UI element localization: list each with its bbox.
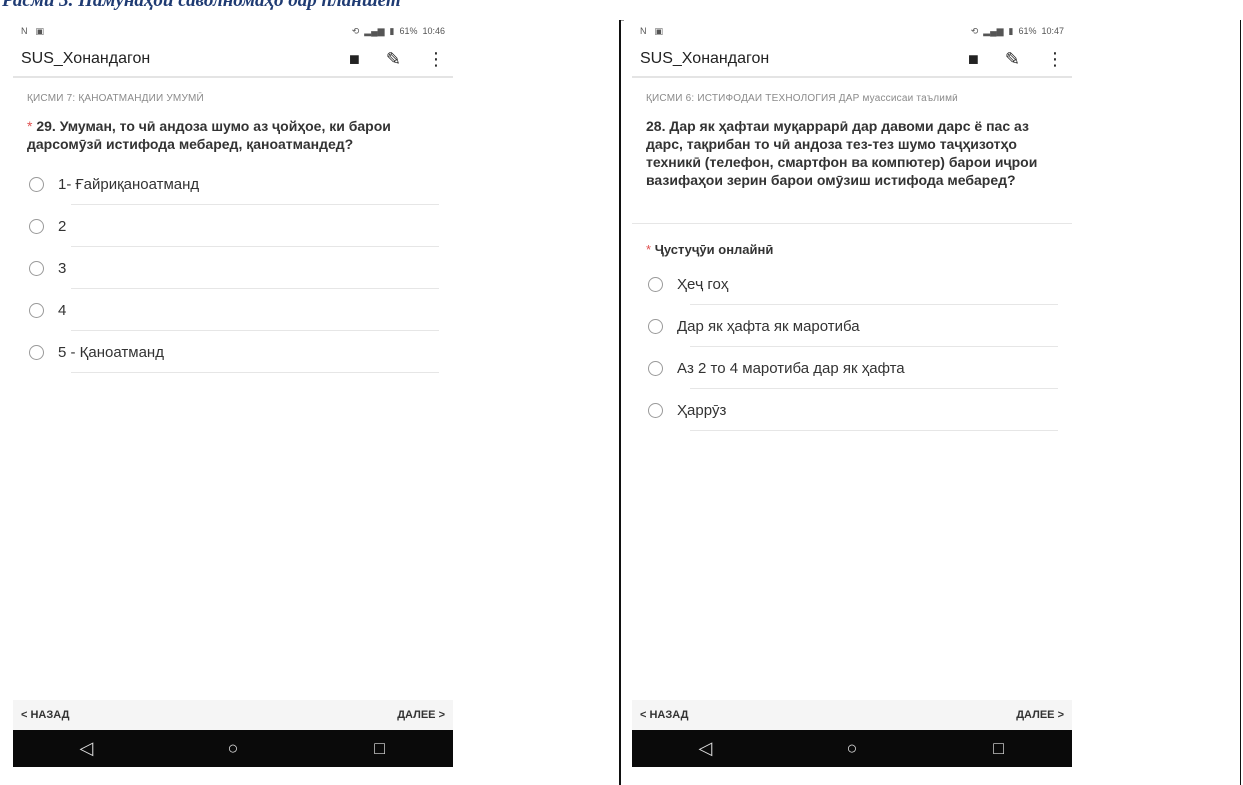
- radio-button[interactable]: [648, 402, 663, 418]
- save-icon[interactable]: ■: [968, 49, 979, 70]
- gallery-icon: ▣: [654, 25, 664, 36]
- option-label: 4: [58, 301, 67, 319]
- radio-button[interactable]: [29, 344, 44, 360]
- form-content: ҚИСМИ 6: ИСТИФОДАИ ТЕХНОЛОГИЯ ДАР муасси…: [632, 78, 1072, 431]
- option-label: 1- Ғайриқаноатманд: [58, 175, 200, 193]
- radio-button[interactable]: [648, 318, 663, 334]
- option-label: 2: [58, 217, 67, 235]
- form-content: ҚИСМИ 7: ҚАНОАТМАНДИИ УМУМӢ * 29. Умуман…: [13, 78, 453, 373]
- option-label: 3: [58, 259, 67, 277]
- radio-button[interactable]: [29, 218, 44, 234]
- radio-option[interactable]: 5 - Қаноатманд: [27, 331, 439, 373]
- more-vert-icon[interactable]: ⋮: [1046, 49, 1064, 70]
- radio-option[interactable]: Аз 2 то 4 маротиба дар як ҳафта: [646, 347, 1058, 389]
- options-list: Ҳеҷ гоҳ Дар як ҳафта як маротиба Аз 2 то…: [646, 263, 1058, 431]
- radio-button[interactable]: [648, 276, 663, 292]
- system-navigation-bar: ◁ ○ □: [632, 730, 1072, 767]
- back-button[interactable]: < НАЗАД: [21, 709, 69, 721]
- square-recents-icon[interactable]: □: [969, 738, 1029, 759]
- radio-option[interactable]: Ҳаррӯз: [646, 389, 1058, 431]
- left-phone-screen: N ▣ ⟲ ▂▄▆ ▮ 61% 10:46 SUS_Хонандагон ■ ✎…: [13, 20, 453, 785]
- question-text: * 29. Умуман, то чӣ андоза шумо аз ҷойҳо…: [27, 118, 391, 152]
- sub-question-text: * Ҷустуҷӯи онлайнӣ: [646, 242, 774, 257]
- radio-button[interactable]: [29, 302, 44, 318]
- app-title: SUS_Хонандагон: [21, 50, 151, 67]
- battery-icon: ▮: [389, 25, 395, 36]
- status-bar: N ▣ ⟲ ▂▄▆ ▮ 61% 10:47: [632, 20, 1072, 42]
- section-title: ҚИСМИ 7: ҚАНОАТМАНДИИ УМУМӢ: [27, 93, 204, 104]
- options-list: 1- Ғайриқаноатманд 2 3 4 5 - Қаноатманд: [27, 163, 439, 373]
- right-phone-panel: N ▣ ⟲ ▂▄▆ ▮ 61% 10:47 SUS_Хонандагон ■ ✎…: [624, 20, 1240, 785]
- battery-icon: ▮: [1008, 25, 1014, 36]
- battery-percent: 61%: [399, 26, 418, 36]
- clock: 10:47: [1041, 26, 1064, 36]
- radio-option[interactable]: 1- Ғайриқаноатманд: [27, 163, 439, 205]
- clock: 10:46: [422, 26, 445, 36]
- option-label: Ҳаррӯз: [677, 401, 727, 419]
- notification-icon: N: [640, 26, 647, 36]
- triangle-back-icon[interactable]: ◁: [675, 738, 735, 759]
- back-button[interactable]: < НАЗАД: [640, 709, 688, 721]
- sync-icon: ⟲: [351, 25, 360, 36]
- option-label: Ҳеҷ гоҳ: [677, 275, 729, 293]
- more-vert-icon[interactable]: ⋮: [427, 49, 445, 70]
- pen-icon[interactable]: ✎: [386, 49, 401, 70]
- gallery-icon: ▣: [35, 25, 45, 36]
- circle-home-icon[interactable]: ○: [203, 738, 263, 759]
- radio-option[interactable]: Дар як ҳафта як маротиба: [646, 305, 1058, 347]
- table-border-middle: [619, 20, 621, 785]
- option-label: Аз 2 то 4 маротиба дар як ҳафта: [677, 359, 905, 377]
- option-divider: [71, 372, 439, 373]
- square-recents-icon[interactable]: □: [350, 738, 410, 759]
- sync-icon: ⟲: [970, 25, 979, 36]
- signal-icon: ▂▄▆: [983, 25, 1004, 36]
- battery-percent: 61%: [1018, 26, 1037, 36]
- required-marker: *: [646, 242, 652, 257]
- circle-home-icon[interactable]: ○: [822, 738, 882, 759]
- signal-icon: ▂▄▆: [364, 25, 385, 36]
- required-marker: *: [27, 118, 33, 134]
- option-divider: [690, 430, 1058, 431]
- section-title: ҚИСМИ 6: ИСТИФОДАИ ТЕХНОЛОГИЯ ДАР муасси…: [646, 93, 958, 104]
- option-label: Дар як ҳафта як маротиба: [677, 317, 860, 335]
- radio-button[interactable]: [648, 360, 663, 376]
- form-navigation: < НАЗАД ДАЛЕЕ >: [13, 700, 453, 730]
- notification-icon: N: [21, 26, 28, 36]
- app-bar: SUS_Хонандагон ■ ✎ ⋮: [632, 42, 1072, 78]
- radio-option[interactable]: 4: [27, 289, 439, 331]
- radio-option[interactable]: 2: [27, 205, 439, 247]
- app-title: SUS_Хонандагон: [640, 50, 770, 67]
- option-label: 5 - Қаноатманд: [58, 343, 164, 361]
- question-text: 28. Дар як ҳафтаи муқаррарӣ дар давоми д…: [646, 118, 1038, 188]
- status-bar: N ▣ ⟲ ▂▄▆ ▮ 61% 10:46: [13, 20, 453, 42]
- radio-option[interactable]: 3: [27, 247, 439, 289]
- app-bar: SUS_Хонандагон ■ ✎ ⋮: [13, 42, 453, 78]
- pen-icon[interactable]: ✎: [1005, 49, 1020, 70]
- next-button[interactable]: ДАЛЕЕ >: [397, 709, 445, 721]
- radio-button[interactable]: [29, 260, 44, 276]
- section-divider: [632, 223, 1072, 224]
- radio-option[interactable]: Ҳеҷ гоҳ: [646, 263, 1058, 305]
- next-button[interactable]: ДАЛЕЕ >: [1016, 709, 1064, 721]
- form-navigation: < НАЗАД ДАЛЕЕ >: [632, 700, 1072, 730]
- save-icon[interactable]: ■: [349, 49, 360, 70]
- left-phone-panel: N ▣ ⟲ ▂▄▆ ▮ 61% 10:46 SUS_Хонандагон ■ ✎…: [5, 20, 619, 785]
- figure-caption: Расми 3. Намунаҳои саволномаҳо дар планш…: [2, 0, 401, 11]
- radio-button[interactable]: [29, 176, 44, 192]
- right-phone-screen: N ▣ ⟲ ▂▄▆ ▮ 61% 10:47 SUS_Хонандагон ■ ✎…: [632, 20, 1072, 785]
- system-navigation-bar: ◁ ○ □: [13, 730, 453, 767]
- triangle-back-icon[interactable]: ◁: [56, 738, 116, 759]
